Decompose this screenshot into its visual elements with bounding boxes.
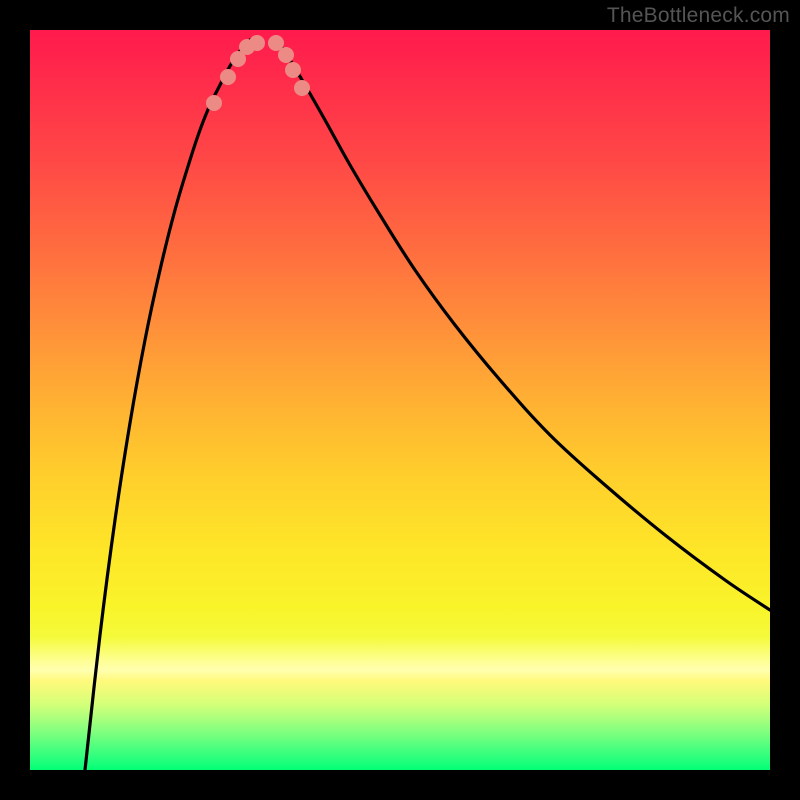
data-marker bbox=[294, 80, 310, 96]
data-marker bbox=[249, 35, 265, 51]
data-marker bbox=[285, 62, 301, 78]
chart-frame: TheBottleneck.com bbox=[0, 0, 800, 800]
series-left-curve bbox=[85, 40, 250, 770]
bottleneck-curve bbox=[30, 30, 770, 770]
data-marker bbox=[278, 47, 294, 63]
data-marker bbox=[206, 95, 222, 111]
data-marker bbox=[220, 69, 236, 85]
watermark-text: TheBottleneck.com bbox=[607, 4, 790, 28]
plot-area bbox=[30, 30, 770, 770]
series-right-curve bbox=[275, 40, 770, 610]
